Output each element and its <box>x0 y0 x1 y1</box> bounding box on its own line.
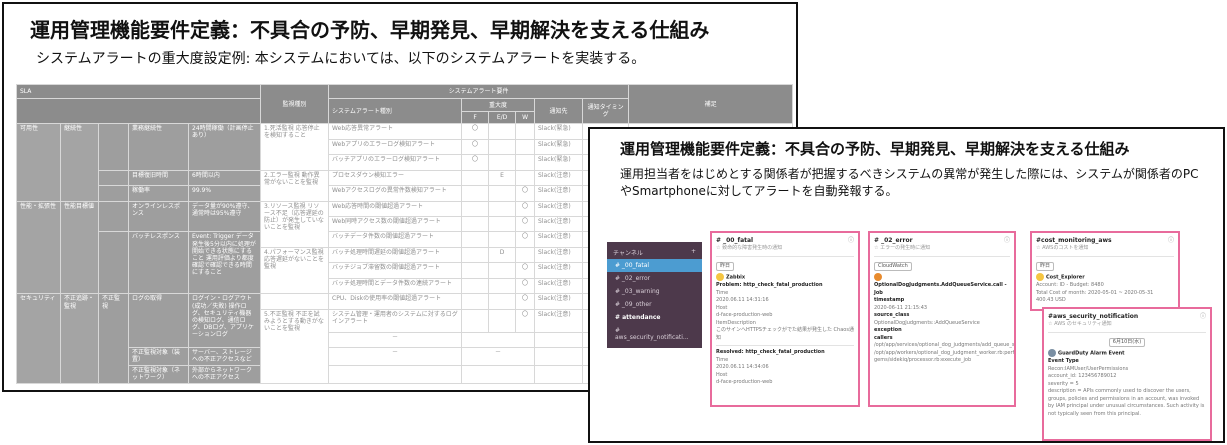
slack-sidebar: チャンネル + # _00_fatal # _02_error # _03_wa… <box>607 242 702 348</box>
info-icon[interactable]: ⓘ <box>1200 312 1206 321</box>
user-name: Zabbix <box>726 274 746 281</box>
alert-name: バッチ処理時間遅延の閾値超過アラート <box>328 246 463 264</box>
sla-batch-val: Event: Trigger データ発生後5分以内に処理が開始できる状態にするこ… <box>187 231 262 295</box>
header-sev-ed: E/D <box>488 110 517 125</box>
header-sev-f: F <box>461 110 490 125</box>
front-slide-title: 運用管理機能要件定義：不具合の予防、早期発見、早期解決を支える仕組み <box>620 140 1130 158</box>
sla-batch: バッチレスポンス <box>128 231 189 295</box>
sla-fraud-net: 不正監視対象（ネットワーク） <box>128 364 189 385</box>
panel-cost-title: #cost_monitoring_aws <box>1036 237 1112 244</box>
channel-attendance[interactable]: # attendance <box>607 311 702 324</box>
dash-cell: － <box>461 346 536 366</box>
monitor-5: 5.不正監視 不正を試みようとする動きがないことを監視 <box>260 308 330 385</box>
alert-name: Web同時アクセス数の閾値超過アラート <box>328 215 463 233</box>
panel-security: ⓘ #aws_security_notification ☆ AWS のセキュリ… <box>1042 307 1212 441</box>
alert-name: Web応答異常アラート <box>328 123 463 140</box>
monitor-1: 1.死活監視 応答停止を検知すること <box>260 123 330 171</box>
sla-security: セキュリティ <box>16 293 61 384</box>
channel-header-label: チャンネル <box>613 250 643 257</box>
channel-aws-security[interactable]: # aws_security_notificati... <box>607 324 702 344</box>
sla-fraud-target: 不正監視対象（装置） <box>128 346 189 366</box>
header-note: 補足 <box>628 83 794 125</box>
alert-name: システム管理・運用者のシステムに対するログインアラート <box>328 308 463 333</box>
date-button[interactable]: 6月10日(水) <box>1108 337 1146 347</box>
info-icon[interactable]: ⓘ <box>1168 236 1174 245</box>
avatar <box>716 273 724 281</box>
header-alert-type: システムアラート種別 <box>328 98 463 125</box>
alert-name: プロセスダウン検知エラー <box>328 169 463 187</box>
sla-rto-val: 6時間以内 <box>187 169 262 187</box>
header-monitor: 監視種別 <box>260 83 330 125</box>
panel-fatal-sub: ☆ 致命的な障害発生時の通知 <box>716 245 783 251</box>
add-channel-icon[interactable]: + <box>691 248 696 257</box>
header-sla: SLA <box>15 83 262 100</box>
sla-fraud-monitor: 不正監視 <box>98 293 129 384</box>
front-slide: 運用管理機能要件定義：不具合の予防、早期発見、早期解決を支える仕組み 運用担当者… <box>588 127 1225 443</box>
header-notify: 通知先 <box>534 98 584 125</box>
sla-fraud-target-val: サーバー、ストレージへの不正アクセスなど <box>187 346 262 366</box>
sla-fraud-track: 不正追跡・監視 <box>60 293 99 384</box>
panel-cost: ⓘ #cost_monitoring_aws ☆ AWSのコストを通知 昨日 C… <box>1030 231 1180 311</box>
alert-name: バッチアプリのエラーログ検知アラート <box>328 154 463 171</box>
alert-message: Problem: http_check_fatal_production <box>716 282 823 288</box>
dash-cell: － <box>328 346 463 366</box>
avatar <box>1036 273 1044 281</box>
sla-perf-target: 性能目標値 <box>60 200 99 295</box>
back-slide-subtitle: システムアラートの重大度設定例: 本システムにおいては、以下のシステムアラートを… <box>36 51 646 67</box>
panel-error: ⓘ # _02_error ☆ エラーの発生時に通知 CloudWatch Op… <box>868 231 1016 407</box>
avatar <box>1048 349 1056 357</box>
sla-log-record: ログの取得 <box>128 293 189 348</box>
sla-perf: 性能・拡張性 <box>16 200 61 295</box>
date-button[interactable]: 昨日 <box>1036 261 1055 271</box>
monitor-2: 2.エラー監視 動作異常がないことを監視 <box>260 169 330 202</box>
date-button[interactable]: 昨日 <box>716 261 735 271</box>
sla-online: オンラインレスポンス <box>128 200 189 233</box>
panel-cost-sub: ☆ AWSのコストを通知 <box>1036 245 1089 251</box>
sla-rto: 目標復旧時間 <box>128 169 189 187</box>
alert-name: Webアクセスログの異常件数検知アラート <box>328 185 463 202</box>
header-severity: 重大度 <box>461 98 536 112</box>
alert-message: Resolved: http_check_fatal_production <box>716 349 825 355</box>
header-sev-w: W <box>515 110 536 125</box>
panel-fatal: ⓘ # _00_fatal ☆ 致命的な障害発生時の通知 昨日 Zabbix P… <box>710 231 860 407</box>
sla-uptime: 稼働率 <box>128 185 189 202</box>
info-icon[interactable]: ⓘ <box>1004 236 1010 245</box>
alert-name: バッチ処理時間とデータ件数の連続アラート <box>328 277 463 295</box>
alert-name: Web応答時間の閾値超過アラート <box>328 200 463 218</box>
alert-name: バッチデータ件数の閾値超過アラート <box>328 231 463 248</box>
header-alert-req: システムアラート要件 <box>328 83 630 100</box>
panel-security-sub: ☆ AWS のセキュリティ通知 <box>1048 321 1112 327</box>
cloudwatch-button[interactable]: CloudWatch <box>874 261 912 271</box>
alert-name: Webアプリのエラーログ検知アラート <box>328 138 463 156</box>
back-slide-title: 運用管理機能要件定義：不具合の予防、早期発見、早期解決を支える仕組み <box>30 18 710 42</box>
alert-name: バッチジョブ滞留数の閾値超過アラート <box>328 262 463 279</box>
monitor-4: 4.パフォーマンス監視 応答遅延がないことを監視 <box>260 246 330 295</box>
alert-name: CPU、Diskの使用率の閾値超過アラート <box>328 293 463 310</box>
header-timing: 通知タイミング <box>582 98 630 125</box>
sla-availability: 可用性 <box>16 123 61 202</box>
channel-warning[interactable]: # _03_warning <box>607 285 702 298</box>
sla-biz-continuity-val: 24時間稼働（計画停止あり） <box>187 123 262 171</box>
sla-uptime-val: 99.9% <box>187 185 262 202</box>
front-slide-description: 運用担当者をはじめとする関係者が把握するべきシステムの異常が発生した際には、シス… <box>620 167 1199 198</box>
channel-fatal[interactable]: # _00_fatal <box>607 259 702 272</box>
info-icon[interactable]: ⓘ <box>848 236 854 245</box>
channel-other[interactable]: # _09_other <box>607 298 702 311</box>
sla-log-record-val: ログイン・ログアウト(成功／失敗) 操作ログ、セキュリティ機器の検知ログ、通信ロ… <box>187 293 262 348</box>
avatar <box>874 273 882 281</box>
sla-continuity: 継続性 <box>60 123 99 202</box>
monitor-3: 3.リソース監視 リソース不足（応答遅延の防止）が発生していないことを監視 <box>260 200 330 248</box>
panel-error-sub: ☆ エラーの発生時に通知 <box>874 245 931 251</box>
sla-biz-continuity: 業務継続性 <box>128 123 189 171</box>
channel-header: チャンネル + <box>607 246 702 259</box>
channel-error[interactable]: # _02_error <box>607 272 702 285</box>
panel-fatal-title: # _00_fatal <box>716 237 754 244</box>
sla-fraud-net-val: 外部からネットワークへの不正アクセス <box>187 364 262 385</box>
dash-cell: － <box>328 331 463 348</box>
panel-security-title: #aws_security_notification <box>1048 313 1139 320</box>
panel-error-title: # _02_error <box>874 237 913 244</box>
sla-online-val: データ量が90%遵守、通常時は95%遵守 <box>187 200 262 233</box>
